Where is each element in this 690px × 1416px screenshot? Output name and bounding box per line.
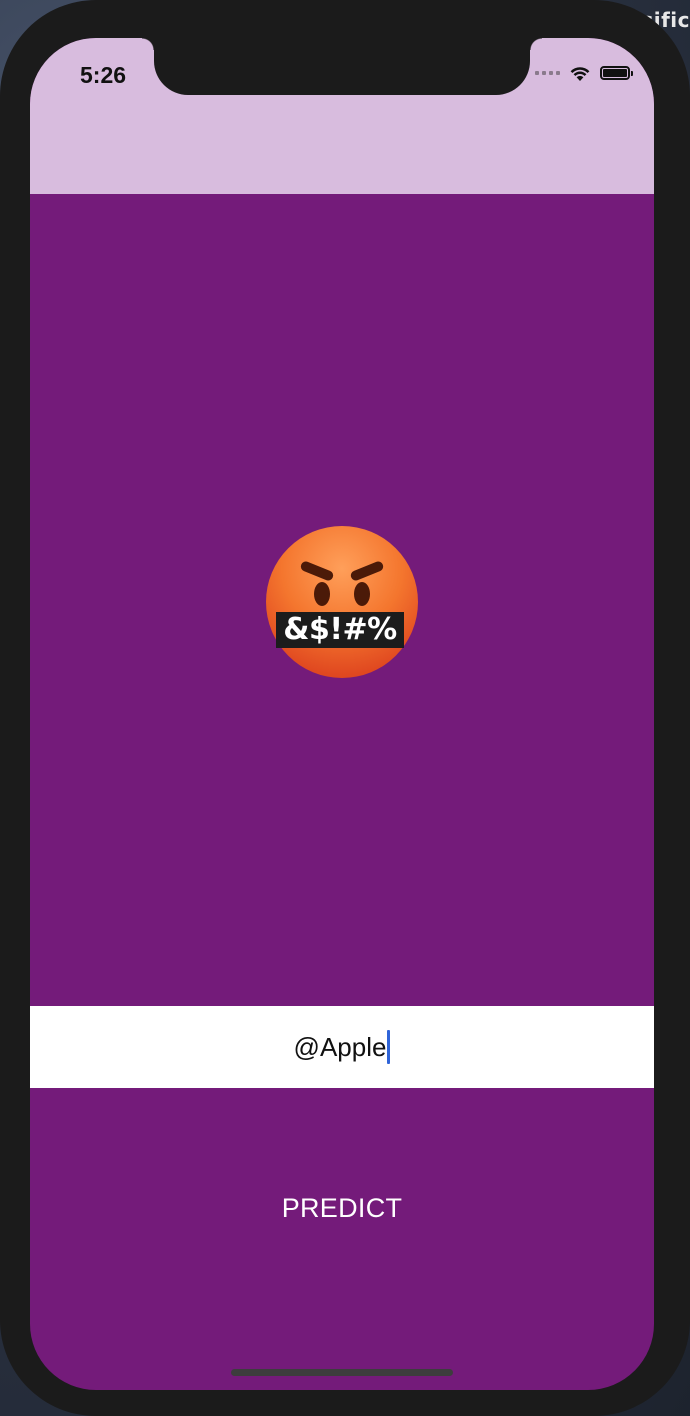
cellular-signal-icon (535, 71, 560, 75)
tweet-text-value: @Apple (293, 1031, 387, 1062)
face-with-symbols-on-mouth-icon: &$!#% (262, 524, 422, 684)
wifi-icon (570, 67, 590, 81)
device-frame: 5:26 &$!#% @Apple PREDICT (0, 0, 690, 1416)
tweet-text-field[interactable]: @Apple (30, 1006, 654, 1088)
status-icons (535, 64, 633, 82)
status-time: 5:26 (80, 62, 127, 88)
home-indicator[interactable] (231, 1369, 453, 1376)
right-eyebrow (349, 559, 385, 583)
app-screen: 5:26 &$!#% @Apple PREDICT (30, 38, 654, 1390)
predict-button[interactable]: PREDICT (202, 1173, 482, 1243)
tweet-input-container: @Apple (30, 1006, 654, 1088)
text-cursor (387, 1030, 391, 1064)
left-eye (314, 582, 330, 606)
battery-icon (600, 66, 633, 80)
device-notch (142, 38, 542, 95)
left-eyebrow (299, 559, 335, 583)
emoji-symbols-bar: &$!#% (276, 612, 404, 648)
right-eye (354, 582, 370, 606)
emoji-face (266, 526, 418, 678)
